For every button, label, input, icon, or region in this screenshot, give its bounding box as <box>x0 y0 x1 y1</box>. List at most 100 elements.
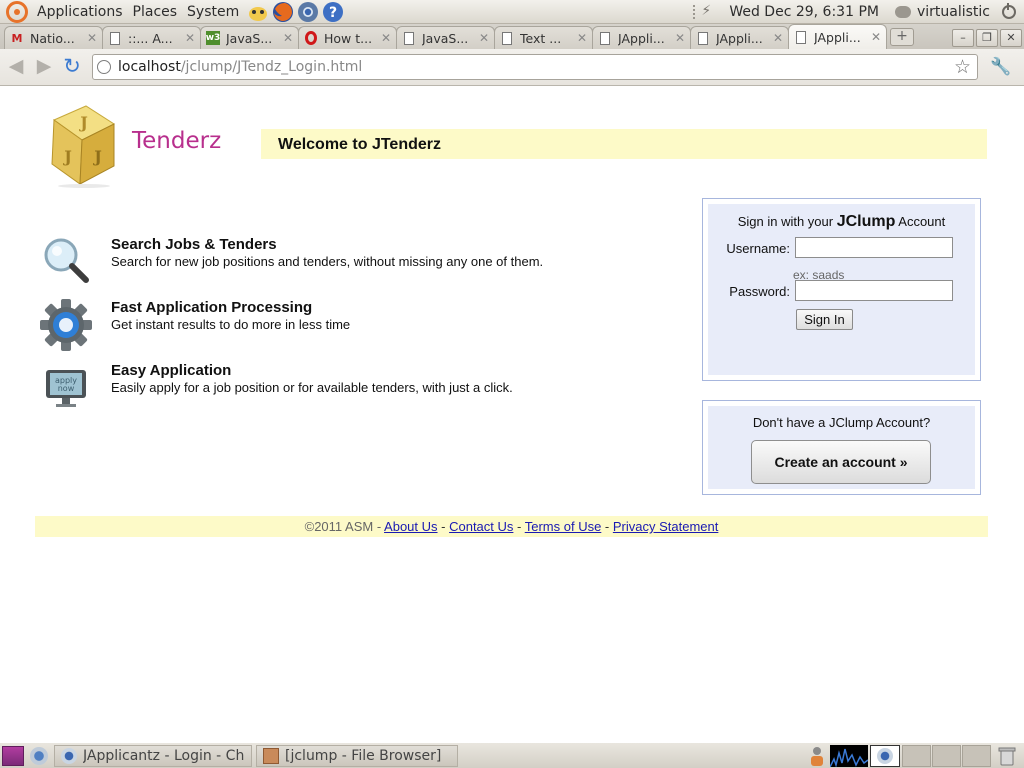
username-input[interactable] <box>795 237 953 258</box>
window-controls: – ❐ ✕ <box>950 27 1024 49</box>
url-host: localhost <box>118 59 181 75</box>
svg-text:J: J <box>78 113 88 132</box>
taskbar-label: JApplicantz - Login - Ch... <box>83 747 245 764</box>
tab-title: Natio... <box>30 30 75 46</box>
username-label: Username: <box>726 241 790 256</box>
svg-text:now: now <box>58 384 75 393</box>
magnifier-icon <box>44 238 89 283</box>
workspace-2[interactable] <box>932 744 961 767</box>
tab-title: ::... A... <box>128 30 173 46</box>
chrome-launcher-icon[interactable] <box>30 746 48 765</box>
footer-separator: - <box>601 519 613 534</box>
workspace-1[interactable] <box>902 744 931 767</box>
browser-tab[interactable]: ::... A... ✕ <box>102 26 201 49</box>
maximize-icon[interactable]: ❐ <box>976 29 998 47</box>
page-icon <box>696 31 710 45</box>
feature-title: Easy Application <box>111 362 232 379</box>
tab-close-icon[interactable]: ✕ <box>87 31 97 45</box>
page-icon <box>108 31 122 45</box>
password-label: Password: <box>729 284 790 299</box>
feature-description: Get instant results to do more in less t… <box>111 317 351 332</box>
person-icon[interactable] <box>808 746 826 766</box>
wrench-icon[interactable]: 🔧 <box>990 57 1011 77</box>
chrome-tray-icon[interactable] <box>870 744 900 767</box>
login-panel: Sign in with your JClump Account Usernam… <box>702 198 981 381</box>
workspace-3[interactable] <box>962 744 991 767</box>
tab-close-icon[interactable]: ✕ <box>381 31 391 45</box>
password-input[interactable] <box>795 280 953 301</box>
browser-tab[interactable]: JAppli... ✕ <box>592 26 691 49</box>
signin-title: Sign in with your JClump Account <box>737 213 946 230</box>
close-window-icon[interactable]: ✕ <box>1000 29 1022 47</box>
applications-menu[interactable]: Applications <box>32 0 128 24</box>
browser-tab[interactable]: JAppli... ✕ <box>690 26 789 49</box>
gear-icon <box>40 299 92 351</box>
page-icon <box>598 31 612 45</box>
globe-icon <box>97 60 111 74</box>
welcome-heading: Welcome to JTenderz <box>261 129 987 159</box>
reload-icon[interactable]: ↻ <box>60 55 84 79</box>
browser-tab[interactable]: w3 JavaS... ✕ <box>200 26 299 49</box>
show-desktop-icon[interactable] <box>2 745 24 766</box>
tab-close-icon[interactable]: ✕ <box>871 30 881 44</box>
firefox-launcher-icon[interactable] <box>272 1 294 23</box>
power-icon[interactable] <box>1002 2 1016 19</box>
back-arrow-icon[interactable]: ◀ <box>4 55 28 79</box>
feature-title: Fast Application Processing <box>111 299 313 316</box>
help-launcher-icon[interactable]: ? <box>322 1 344 23</box>
signup-question: Don't have a JClump Account? <box>752 415 931 430</box>
w3schools-icon: w3 <box>205 31 221 45</box>
new-tab-button[interactable]: + <box>890 28 914 46</box>
trash-icon[interactable] <box>998 746 1016 766</box>
pidgin-launcher-icon[interactable] <box>247 1 269 23</box>
jclump-cube-logo-icon: J J J <box>51 105 116 188</box>
tab-strip: M Natio... ✕ ::... A... ✕ w3 JavaS... ✕ … <box>0 24 1024 49</box>
bottom-panel: JApplicantz - Login - Ch... [jclump - Fi… <box>0 743 1024 768</box>
copyright: ©2011 ASM - <box>304 519 385 534</box>
tab-close-icon[interactable]: ✕ <box>577 31 587 45</box>
taskbar-item-file-browser[interactable]: [jclump - File Browser] <box>256 744 458 767</box>
tab-close-icon[interactable]: ✕ <box>283 31 293 45</box>
chrome-launcher-icon[interactable] <box>297 1 319 23</box>
address-bar[interactable]: localhost /jclump/JTendz_Login.html ☆ <box>92 54 978 80</box>
tab-close-icon[interactable]: ✕ <box>479 31 489 45</box>
create-account-button[interactable]: Create an account » <box>751 440 931 484</box>
folder-icon <box>263 747 279 764</box>
tab-close-icon[interactable]: ✕ <box>675 31 685 45</box>
feature-title: Search Jobs & Tenders <box>111 236 277 253</box>
privacy-statement-link[interactable]: Privacy Statement <box>613 519 719 534</box>
taskbar-item-chrome[interactable]: JApplicantz - Login - Ch... <box>54 744 252 767</box>
terms-of-use-link[interactable]: Terms of Use <box>525 519 602 534</box>
minimize-icon[interactable]: – <box>952 29 974 47</box>
network-icon[interactable]: ⚡ <box>693 4 711 19</box>
svg-text:J: J <box>62 147 72 166</box>
places-menu[interactable]: Places <box>128 0 183 24</box>
forward-arrow-icon[interactable]: ▶ <box>32 55 56 79</box>
panel-user[interactable]: virtualistic <box>911 4 996 20</box>
system-menu[interactable]: System <box>182 0 244 24</box>
browser-tab[interactable]: Text ... ✕ <box>494 26 593 49</box>
page-icon <box>500 31 514 45</box>
feature-description: Easily apply for a job position or for a… <box>111 380 513 395</box>
jclump-brand: JClump <box>836 213 896 230</box>
system-monitor-graph-icon[interactable] <box>830 744 868 767</box>
panel-clock[interactable]: Wed Dec 29, 6:31 PM <box>721 4 891 20</box>
browser-tab[interactable]: JavaS... ✕ <box>396 26 495 49</box>
messaging-icon[interactable] <box>894 5 911 18</box>
contact-us-link[interactable]: Contact Us <box>449 519 513 534</box>
signin-button[interactable]: Sign In <box>796 309 853 330</box>
page-icon <box>794 30 808 44</box>
url-path: /jclump/JTendz_Login.html <box>180 59 363 75</box>
browser-tab[interactable]: How t... ✕ <box>298 26 397 49</box>
browser-tab[interactable]: M Natio... ✕ <box>4 26 103 49</box>
tab-close-icon[interactable]: ✕ <box>773 31 783 45</box>
ubuntu-logo-icon[interactable] <box>6 0 28 23</box>
tab-close-icon[interactable]: ✕ <box>185 31 195 45</box>
footer: ©2011 ASM - About Us - Contact Us - Term… <box>35 516 988 537</box>
web-page: J J J Tenderz Welcome to JTenderz Search… <box>0 86 1024 743</box>
opera-icon <box>304 31 318 45</box>
about-us-link[interactable]: About Us <box>384 519 437 534</box>
browser-tab-active[interactable]: JAppli... ✕ <box>788 24 887 49</box>
bookmark-star-icon[interactable]: ☆ <box>954 56 971 78</box>
tab-title: JavaS... <box>422 30 469 46</box>
